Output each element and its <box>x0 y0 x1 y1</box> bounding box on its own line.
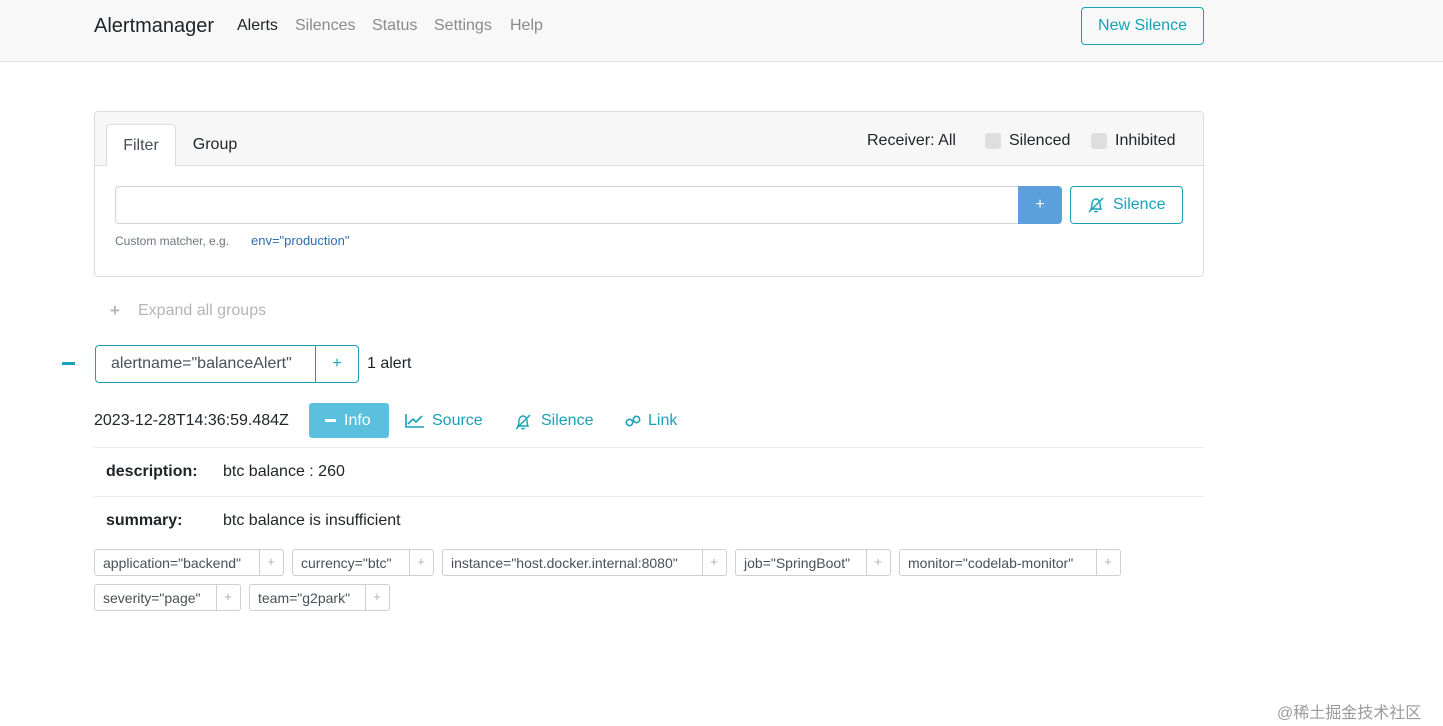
new-silence-button[interactable]: New Silence <box>1081 7 1204 45</box>
label-add-button[interactable]: + <box>1097 554 1119 569</box>
brand-link[interactable]: Alertmanager <box>94 15 214 38</box>
label-chip-text[interactable]: instance="host.docker.internal:8080" <box>451 555 678 571</box>
bell-slash-icon <box>515 414 531 430</box>
label-chip-text[interactable]: job="SpringBoot" <box>744 555 850 571</box>
label-chip-text[interactable]: team="g2park" <box>258 590 350 606</box>
collapse-group-icon[interactable] <box>62 362 75 365</box>
bell-slash-icon <box>1088 197 1104 213</box>
label-chip-text[interactable]: currency="btc" <box>301 555 391 571</box>
group-matcher: alertname="balanceAlert" + <box>95 345 359 383</box>
annotation-value: btc balance is insufficient <box>223 512 401 529</box>
tab-group[interactable]: Group <box>181 124 249 166</box>
alert-silence-label: Silence <box>541 412 594 429</box>
alert-count: 1 alert <box>367 355 412 372</box>
add-matcher-button[interactable]: + <box>1018 186 1062 224</box>
label-chip: job="SpringBoot" + <box>735 549 891 576</box>
inhibited-checkbox[interactable] <box>1091 133 1107 149</box>
silenced-label: Silenced <box>1009 132 1071 149</box>
label-chip-text[interactable]: monitor="codelab-monitor" <box>908 555 1073 571</box>
group-matcher-label[interactable]: alertname="balanceAlert" <box>111 355 292 373</box>
expand-all-label: Expand all groups <box>138 302 267 319</box>
filter-card: Filter Group Receiver: All Silenced Inhi… <box>94 111 1204 277</box>
info-label: Info <box>344 412 371 429</box>
filter-input[interactable] <box>115 186 1019 224</box>
link-icon <box>625 415 641 427</box>
divider <box>94 496 1204 497</box>
source-label: Source <box>432 412 483 429</box>
plus-icon: + <box>110 301 120 320</box>
label-add-button[interactable]: + <box>410 554 432 569</box>
tab-filter[interactable]: Filter <box>106 124 176 166</box>
info-button[interactable]: Info <box>309 403 389 438</box>
chart-line-icon <box>405 414 424 428</box>
label-add-button[interactable]: + <box>867 554 889 569</box>
matcher-example-link[interactable]: env="production" <box>251 233 350 248</box>
alert-timestamp: 2023-12-28T14:36:59.484Z <box>94 412 289 429</box>
label-chip: team="g2park" + <box>249 584 390 611</box>
link-label: Link <box>648 412 678 429</box>
navbar: Alertmanager Alerts Silences Status Sett… <box>0 0 1443 62</box>
label-add-button[interactable]: + <box>260 554 282 569</box>
label-add-button[interactable]: + <box>366 589 388 604</box>
silence-filter-label: Silence <box>1113 196 1166 213</box>
label-chip: instance="host.docker.internal:8080" + <box>442 549 727 576</box>
label-chip: monitor="codelab-monitor" + <box>899 549 1121 576</box>
silence-filter-button[interactable]: Silence <box>1070 186 1183 224</box>
label-chip-text[interactable]: severity="page" <box>103 590 201 606</box>
nav-settings[interactable]: Settings <box>434 17 492 35</box>
nav-alerts[interactable]: Alerts <box>237 17 278 35</box>
group-add-filter-button[interactable]: + <box>316 346 358 382</box>
annotation-key: summary: <box>106 512 183 529</box>
annotation-value: btc balance : 260 <box>223 463 345 480</box>
label-add-button[interactable]: + <box>217 589 239 604</box>
nav-help[interactable]: Help <box>510 17 543 35</box>
watermark: @稀土掘金技术社区 <box>1277 705 1422 722</box>
minus-icon <box>325 419 336 422</box>
filter-card-header: Filter Group Receiver: All Silenced Inhi… <box>95 112 1203 166</box>
nav-silences[interactable]: Silences <box>295 17 355 35</box>
nav-status[interactable]: Status <box>372 17 417 35</box>
label-chip: application="backend" + <box>94 549 284 576</box>
receiver-dropdown[interactable]: Receiver: All <box>867 132 956 150</box>
silenced-checkbox[interactable] <box>985 133 1001 149</box>
divider <box>94 447 1204 448</box>
label-chip-text[interactable]: application="backend" <box>103 555 241 571</box>
label-chip: currency="btc" + <box>292 549 434 576</box>
inhibited-label: Inhibited <box>1115 132 1176 149</box>
label-add-button[interactable]: + <box>703 554 725 569</box>
annotation-key: description: <box>106 463 198 480</box>
label-chip: severity="page" + <box>94 584 241 611</box>
matcher-hint: Custom matcher, e.g. <box>115 234 230 248</box>
